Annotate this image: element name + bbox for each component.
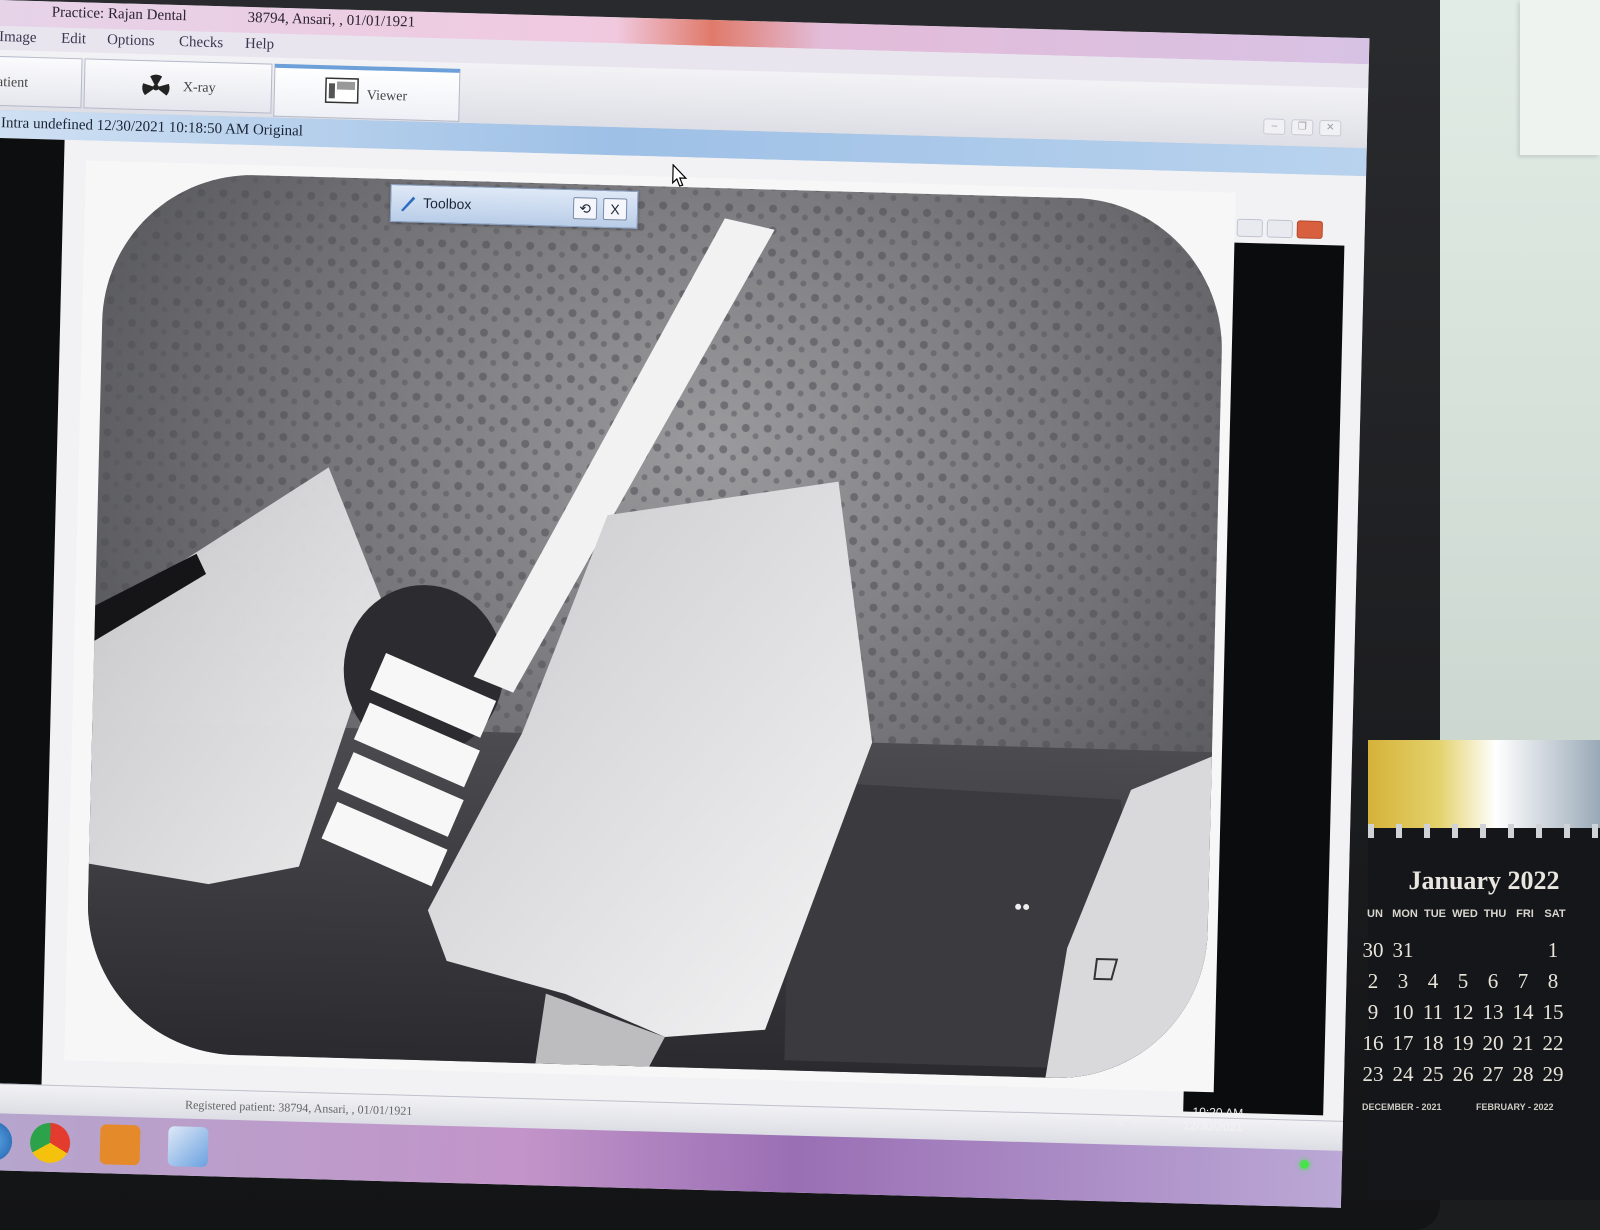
calendar-day: 21 (1512, 1031, 1534, 1055)
calendar-weekdays: UN MON TUE WED THU FRI SAT (1360, 908, 1600, 920)
image-info: Intra undefined 12/30/2021 10:18:50 AM O… (0, 115, 304, 140)
chrome-icon[interactable] (29, 1122, 71, 1164)
calendar-day: 8 (1547, 969, 1559, 993)
weekday: SAT (1544, 908, 1566, 920)
monitor-screen: Practice: Rajan Dental 38794, Ansari, , … (0, 0, 1370, 1208)
calendar-day: 18 (1422, 1031, 1444, 1055)
window-controls: – ❐ ✕ (1257, 115, 1342, 137)
next-month-title: FEBRUARY - 2022 (1476, 1102, 1554, 1112)
calendar-day: 11 (1422, 1000, 1444, 1024)
calendar-day: 5 (1457, 969, 1469, 993)
toolbox-icon (399, 194, 418, 215)
menu-checks[interactable]: Checks (179, 34, 224, 52)
calendar-day: 16 (1362, 1031, 1384, 1055)
restore-button[interactable]: ❐ (1291, 119, 1314, 136)
patient-title: 38794, Ansari, , 01/01/1921 (247, 9, 416, 31)
calendar-week: 2345678 (1358, 969, 1598, 1000)
calendar-day: 4 (1427, 969, 1439, 993)
wall-paper-note (1520, 0, 1600, 155)
toolbox-pin-button[interactable]: ⟲ (572, 197, 598, 220)
dental-xray-image[interactable] (64, 160, 1236, 1092)
calendar-week: 23 24 25 26 27 28 29 (1358, 1062, 1598, 1093)
calendar-day: 10 (1392, 1000, 1414, 1024)
calendar-day: 26 (1452, 1062, 1474, 1086)
calendar-day: 23 (1362, 1062, 1384, 1086)
weekday: TUE (1424, 908, 1446, 920)
menu-help[interactable]: Help (245, 36, 275, 54)
calendar-day: 15 (1542, 1000, 1564, 1024)
menu-edit[interactable]: Edit (61, 31, 86, 49)
calendar-month: January 2022 (1408, 866, 1560, 895)
calendar-day: 20 (1482, 1031, 1504, 1055)
calendar-day: 22 (1542, 1031, 1564, 1055)
viewer-restore-button[interactable] (1266, 219, 1294, 239)
calendar-day: 3 (1397, 969, 1409, 993)
taskbar-clock[interactable]: 10:20 AM 12/30/2021 (1183, 1104, 1244, 1134)
viewer-icon (324, 77, 359, 104)
viewer-left-margin (0, 137, 65, 1085)
calendar-week: 9 10 11 12 13 14 15 (1358, 1000, 1598, 1031)
calendar-day: 2 (1367, 969, 1379, 993)
tab-viewer-label: Viewer (366, 88, 408, 105)
calendar-picture (1368, 740, 1600, 828)
viewer-minimize-button[interactable] (1236, 218, 1264, 238)
calendar-day: 17 (1392, 1031, 1414, 1055)
weekday: MON (1392, 908, 1418, 920)
calendar-day: 7 (1517, 969, 1529, 993)
calendar-rings (1368, 824, 1600, 838)
calendar-week: 30 31 1 (1358, 938, 1598, 969)
calendar-day: 27 (1482, 1062, 1504, 1086)
prev-month-title: DECEMBER - 2021 (1362, 1102, 1442, 1112)
viewer-close-button[interactable] (1296, 220, 1323, 240)
xray-frame (64, 160, 1236, 1093)
close-button[interactable]: ✕ (1319, 119, 1342, 137)
calendar-day: 6 (1487, 969, 1499, 993)
weekday: WED (1452, 908, 1478, 920)
radiation-icon (142, 74, 170, 96)
toolbox-close-button[interactable]: X (602, 197, 628, 221)
tab-patient[interactable]: atient (0, 55, 83, 109)
calendar-week: 16 17 18 19 20 21 22 (1358, 1031, 1598, 1062)
weekday: UN (1367, 908, 1383, 920)
wall-calendar: January 2022 UN MON TUE WED THU FRI SAT 30 31 1 2… (1362, 740, 1600, 1200)
power-led (1300, 1160, 1309, 1169)
calendar-day: 13 (1482, 1000, 1504, 1024)
calendar-day: 29 (1542, 1062, 1564, 1086)
mouse-cursor-icon (672, 163, 688, 187)
tab-xray[interactable]: X-ray (83, 58, 273, 114)
xray-app-icon[interactable] (167, 1126, 209, 1168)
toolbox-title: Toolbox (422, 194, 472, 213)
calendar-day: 9 (1367, 1000, 1379, 1024)
image-viewer[interactable] (0, 137, 1367, 1121)
calendar-day: 28 (1512, 1062, 1534, 1086)
tab-viewer[interactable]: Viewer (273, 63, 461, 122)
calendar-day: 12 (1452, 1000, 1474, 1024)
menu-image[interactable]: Image (0, 29, 37, 47)
calendar-day: 14 (1512, 1000, 1534, 1024)
taskbar-date: 12/30/2021 (1182, 1118, 1244, 1135)
weekday: FRI (1516, 908, 1534, 920)
minimize-button[interactable]: – (1263, 118, 1286, 135)
tab-patient-label: atient (0, 74, 29, 91)
calendar-grid: 30 31 1 2 3 4 5 6 7 8 9 10 11 12 13 14 15 16 17 18 19 20 21 22 2… (1358, 938, 1598, 1093)
calendar-prev-month: DECEMBER - 2021 (1362, 1102, 1442, 1112)
calendar-next-month: FEBRUARY - 2022 (1476, 1102, 1554, 1112)
calendar-day: 30 (1362, 938, 1384, 962)
calendar-day: 31 (1392, 938, 1414, 962)
viewer-window-controls (1232, 218, 1323, 245)
calendar-day: 24 (1392, 1062, 1414, 1086)
weekday: THU (1483, 908, 1507, 920)
practice-name: Practice: Rajan Dental (51, 4, 187, 25)
status-registered-patient: Registered patient: 38794, Ansari, , 01/… (184, 1097, 413, 1118)
system-tray[interactable]: ▲ ◈ ▭ ⚑ (1115, 1115, 1169, 1130)
calendar-day: 25 (1422, 1062, 1444, 1086)
menu-options[interactable]: Options (107, 32, 155, 50)
windows-start-icon[interactable] (0, 1120, 13, 1162)
toolbox-panel[interactable]: Toolbox ⟲ X (389, 183, 639, 229)
tab-xray-label: X-ray (182, 80, 216, 97)
calendar-day: 1 (1547, 938, 1559, 962)
calendar-day: 19 (1452, 1031, 1474, 1055)
app-icon[interactable] (99, 1124, 141, 1166)
